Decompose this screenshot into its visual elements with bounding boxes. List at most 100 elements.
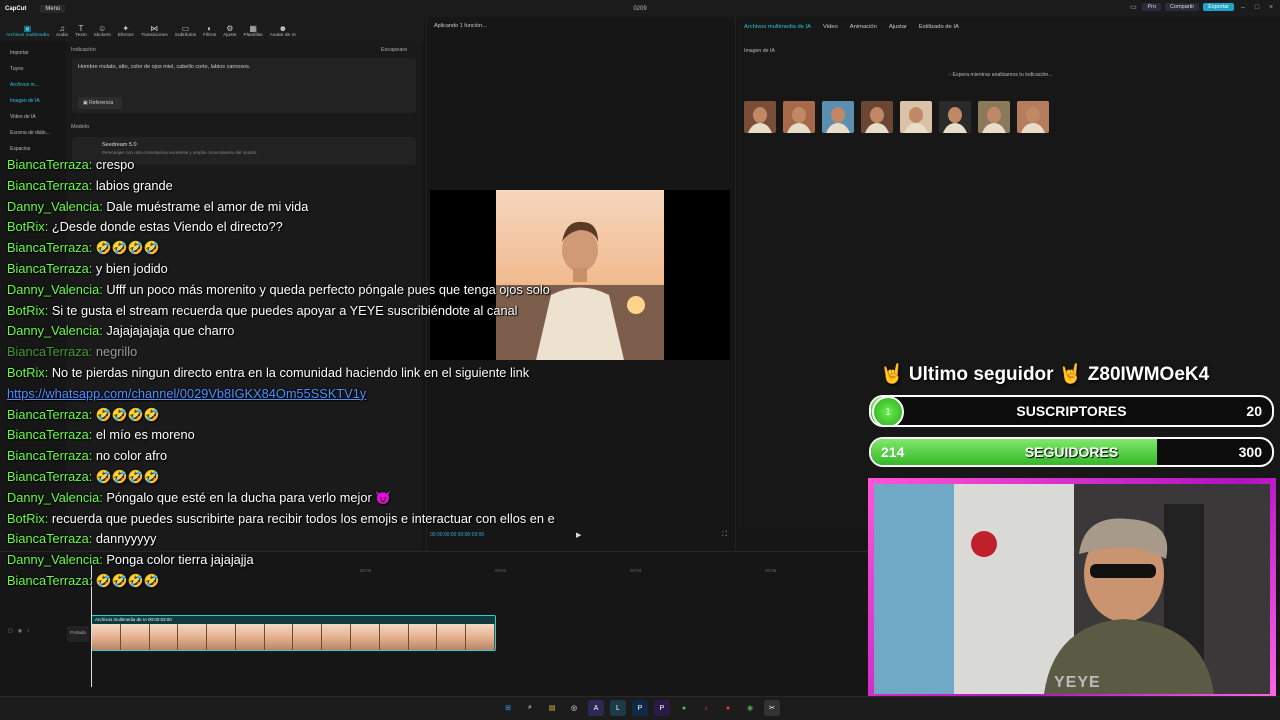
chat-message: BiancaTerraza: dannyyyyy: [7, 529, 687, 550]
sidebar-item[interactable]: Tuyos: [4, 61, 62, 77]
reference-button[interactable]: ▣ Referencia: [78, 97, 122, 109]
cam-watermark: YEYE: [1054, 674, 1101, 691]
sidebar-item[interactable]: Archivos m...: [4, 77, 62, 93]
chat-link[interactable]: https://whatsapp.com/channel/0029Vb8IGKX…: [7, 386, 366, 401]
menu-button[interactable]: Menú: [40, 4, 66, 13]
maximize-icon[interactable]: □: [1252, 4, 1262, 11]
chrome-icon[interactable]: ◉: [742, 700, 758, 716]
search-icon[interactable]: ⌕: [522, 700, 538, 716]
tool-filters[interactable]: ◐ Filtros: [201, 24, 218, 41]
fullscreen-icon[interactable]: ⛶: [722, 531, 727, 539]
obs-icon[interactable]: ◎: [566, 700, 582, 716]
thumbnail[interactable]: [1017, 101, 1049, 133]
tool-label: Avatar de IA: [269, 33, 297, 38]
subscribers-current: 1: [872, 397, 904, 425]
ruler-tick: 00:06: [765, 568, 777, 573]
sidebar-item[interactable]: Importar: [4, 45, 62, 61]
chat-message: BiancaTerraza: no color afro: [7, 446, 687, 467]
lock-icon[interactable]: ▢: [8, 628, 13, 634]
app-logo: CapCut: [5, 5, 27, 12]
tab[interactable]: Video: [823, 24, 838, 30]
chat-message: Danny_Valencia: Jajajajajaja que charro: [7, 321, 687, 342]
after-effects-icon[interactable]: A: [588, 700, 604, 716]
pro-button[interactable]: Pro: [1142, 3, 1162, 11]
spotify-icon[interactable]: ●: [676, 700, 692, 716]
thumbnail[interactable]: [861, 101, 893, 133]
chat-text: Ufff un poco más morenito y queda perfec…: [106, 281, 550, 297]
tool-transitions[interactable]: ⋈ Transiciones: [139, 24, 170, 41]
tool-label: Archivos multimedia: [6, 33, 49, 38]
tab[interactable]: Archivos multimedia de IA: [744, 24, 811, 30]
tool-sticker[interactable]: ☺ Stickers: [92, 24, 113, 41]
tool-audio[interactable]: ♫ Audio: [54, 24, 70, 41]
webcam-overlay: YEYE: [868, 478, 1276, 700]
sidebar-item[interactable]: Imagen de IA: [4, 93, 62, 109]
thumbnail[interactable]: [783, 101, 815, 133]
chat-text: 🤣🤣🤣🤣: [95, 240, 160, 256]
tool-label: Ajuste: [223, 33, 237, 38]
chat-message: BiancaTerraza: el mío es moreno: [7, 425, 687, 446]
model-name: Seedream 5.0: [102, 142, 137, 148]
title-actions: ▭ Pro Compartir Exportar – □ ×: [1128, 3, 1276, 11]
tool-adjust[interactable]: ⚙ Ajuste: [221, 24, 238, 41]
eye-icon[interactable]: ◉: [18, 628, 22, 634]
tool-templates[interactable]: ▦ Plantillas: [242, 24, 265, 41]
clip-frame: [437, 624, 467, 650]
tiktok-icon[interactable]: ♪: [698, 700, 714, 716]
tab[interactable]: Ajustar: [889, 24, 907, 30]
chat-message: BotRix: Si te gusta el stream recuerda q…: [7, 301, 687, 322]
export-button[interactable]: Exportar: [1203, 3, 1234, 11]
clip-frame: [264, 624, 294, 650]
chat-username: BiancaTerraza:: [7, 157, 96, 172]
chat-username: BotRix:: [7, 510, 52, 526]
thumbnail[interactable]: [978, 101, 1010, 133]
windows-start-icon[interactable]: ⊞: [500, 700, 516, 716]
folder-icon[interactable]: ▤: [544, 700, 560, 716]
tab[interactable]: Estilizado de IA: [919, 24, 959, 30]
tool-label: Plantillas: [243, 33, 263, 38]
thumbnail[interactable]: [939, 101, 971, 133]
tool-media[interactable]: ▣ Archivos multimedia: [4, 24, 51, 41]
close-icon[interactable]: ×: [1266, 4, 1276, 11]
sidebar-item[interactable]: Escena de diálo...: [4, 125, 62, 141]
escapear-link[interactable]: Escapeare: [381, 47, 407, 53]
clip-frame: [322, 624, 352, 650]
chat-username: Danny_Valencia:: [7, 281, 107, 297]
sidebar-item[interactable]: Video de IA: [4, 109, 62, 125]
minimize-icon[interactable]: –: [1238, 4, 1248, 11]
tool-text[interactable]: T Texto: [73, 24, 88, 41]
tool-effects[interactable]: ✦ Efectos: [116, 24, 136, 41]
ai-image-dropdown[interactable]: Imagen de IA: [744, 48, 775, 54]
chat-username: BotRix:: [7, 302, 52, 318]
record-icon[interactable]: ●: [720, 700, 736, 716]
tab[interactable]: Animación: [850, 24, 877, 30]
photoshop-icon[interactable]: P: [632, 700, 648, 716]
prompt-input[interactable]: Hombre mulato, alto, color de ojos miel,…: [72, 58, 416, 113]
webcam-feed: YEYE: [874, 484, 1270, 694]
cover-button[interactable]: Portada: [67, 626, 89, 642]
capcut-icon[interactable]: ✂: [764, 700, 780, 716]
chat-username: BotRix:: [7, 219, 52, 235]
templates-icon: ▦: [249, 24, 257, 33]
tool-subtitles[interactable]: ▭ Subtítulos: [173, 24, 198, 41]
audio-icon[interactable]: ♪: [27, 628, 30, 634]
thumbnail[interactable]: [900, 101, 932, 133]
chat-text: 🤣🤣🤣🤣: [95, 572, 160, 588]
premiere-icon[interactable]: P: [654, 700, 670, 716]
thumbnail[interactable]: [744, 101, 776, 133]
tool-label: Transiciones: [140, 33, 168, 38]
share-button[interactable]: Compartir: [1165, 3, 1200, 11]
chat-text: ¿Desde donde estas Viendo el directo??: [51, 219, 283, 235]
chat-message: BotRix: No te pierdas ningun directo ent…: [7, 363, 687, 384]
screen: CapCut Menú 0209 ▭ Pro Compartir Exporta…: [0, 0, 1280, 720]
layout-icon[interactable]: ▭: [1128, 3, 1138, 11]
chat-message: Danny_Valencia: Ufff un poco más morenit…: [7, 280, 687, 301]
tool-label: Filtros: [203, 33, 217, 38]
timeline-clip[interactable]: Archivos multimedia de IA 00:00:03:00: [91, 615, 496, 651]
stream-chat: BiancaTerraza: crespo BiancaTerraza: labi…: [7, 155, 687, 592]
tool-avatar[interactable]: ☻ Avatar de IA: [268, 24, 298, 41]
lightroom-icon[interactable]: L: [610, 700, 626, 716]
followers-current: 214: [881, 444, 905, 460]
model-label: Modelo: [71, 124, 90, 130]
thumbnail[interactable]: [822, 101, 854, 133]
